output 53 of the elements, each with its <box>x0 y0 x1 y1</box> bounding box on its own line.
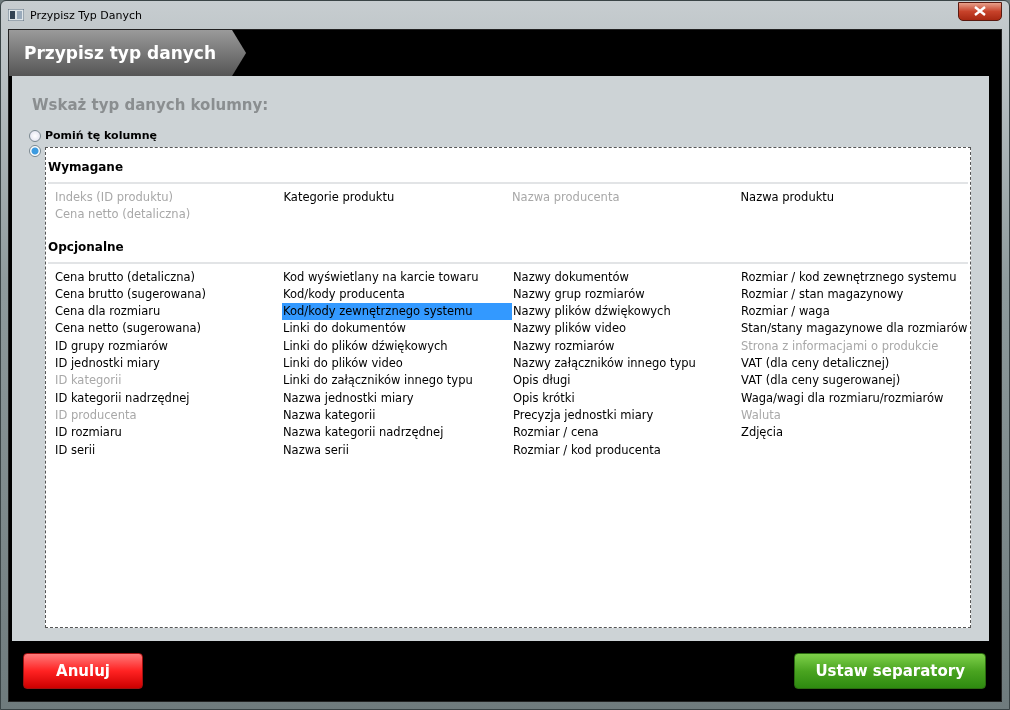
prompt-label: Wskaż typ danych kolumny: <box>32 96 270 114</box>
list-item[interactable]: ID serii <box>54 441 96 459</box>
list-item[interactable]: Cena dla rozmiaru <box>54 303 161 321</box>
list-item[interactable]: Linki do dokumentów <box>282 320 406 338</box>
list-item[interactable]: ID kategorii nadrzędnej <box>54 389 190 407</box>
list-item[interactable]: VAT (dla ceny sugerowanej) <box>740 372 901 390</box>
list-item[interactable]: Nazwy rozmiarów <box>512 337 615 356</box>
list-item[interactable]: Stan/stany magazynowe dla rozmiarów <box>740 320 968 338</box>
list-item[interactable]: Kod/kody zewnętrznego systemu <box>282 303 512 321</box>
window-icon <box>8 9 24 21</box>
list-item[interactable]: ID jednostki miary <box>54 355 160 373</box>
list-item[interactable]: Nazwy dokumentów <box>512 268 629 286</box>
header-title: Przypisz typ danych <box>9 30 247 76</box>
close-button[interactable] <box>958 1 1002 21</box>
list-item[interactable]: Rozmiar / kod zewnętrznego systemu <box>740 268 957 286</box>
list-item[interactable]: Nazwa jednostki miary <box>282 389 414 407</box>
window-title: Przypisz Typ Danych <box>30 8 142 22</box>
radio-button[interactable] <box>29 129 41 142</box>
list-item[interactable]: Nazwa kategorii <box>282 406 376 425</box>
list-item[interactable]: Nazwy plików video <box>512 320 626 338</box>
list-item[interactable]: Nazwa kategorii nadrzędnej <box>282 424 444 442</box>
list-item[interactable]: Nazwy grup rozmiarów <box>512 285 645 304</box>
section-heading: Wymagane <box>48 156 968 184</box>
list-item[interactable]: Linki do plików video <box>282 355 403 373</box>
list-item[interactable]: Cena netto (sugerowana) <box>54 320 202 338</box>
list-item[interactable]: Rozmiar / kod producenta <box>512 441 661 459</box>
list-item[interactable]: Opis krótki <box>512 389 575 407</box>
radio-label: Pomiń tę kolumnę <box>45 129 157 142</box>
list-item[interactable]: Kategorie produktu <box>282 189 395 207</box>
list-item[interactable]: Linki do plików dźwiękowych <box>282 337 448 356</box>
list-item[interactable]: Nazwy plików dźwiękowych <box>512 303 671 321</box>
list-item[interactable]: Nazwa produktu <box>739 189 835 207</box>
radio-button[interactable] <box>29 145 41 157</box>
list-item[interactable]: Cena brutto (detaliczna) <box>54 268 196 286</box>
list-item[interactable]: Zdjęcia <box>740 424 783 442</box>
list-item[interactable]: ID rozmiaru <box>54 424 122 442</box>
list-item[interactable]: Precyzja jednostki miary <box>512 406 654 425</box>
close-icon <box>974 6 986 16</box>
list-item[interactable]: Kod wyświetlany na karcie towaru <box>282 268 479 286</box>
cancel-button[interactable]: Anuluj <box>23 653 143 689</box>
list-item[interactable]: Kod/kody producenta <box>282 285 405 304</box>
list-item[interactable]: Nazwa serii <box>282 441 349 459</box>
list-item[interactable]: Opis długi <box>512 372 571 390</box>
list-item[interactable]: Rozmiar / waga <box>740 303 830 321</box>
list-item[interactable]: ID grupy rozmiarów <box>54 337 168 356</box>
list-item[interactable]: Waga/wagi dla rozmiaru/rozmiarów <box>740 389 944 407</box>
list-item[interactable]: Nazwy załączników innego typu <box>512 355 696 373</box>
list-item[interactable]: Rozmiar / cena <box>512 424 599 442</box>
list-item[interactable]: Linki do załączników innego typu <box>282 372 473 390</box>
list-item[interactable]: VAT (dla ceny detalicznej) <box>740 355 890 373</box>
list-item[interactable]: Rozmiar / stan magazynowy <box>740 285 904 304</box>
section-heading: Opcjonalne <box>48 235 968 264</box>
list-item[interactable]: Cena brutto (sugerowana) <box>54 285 207 304</box>
